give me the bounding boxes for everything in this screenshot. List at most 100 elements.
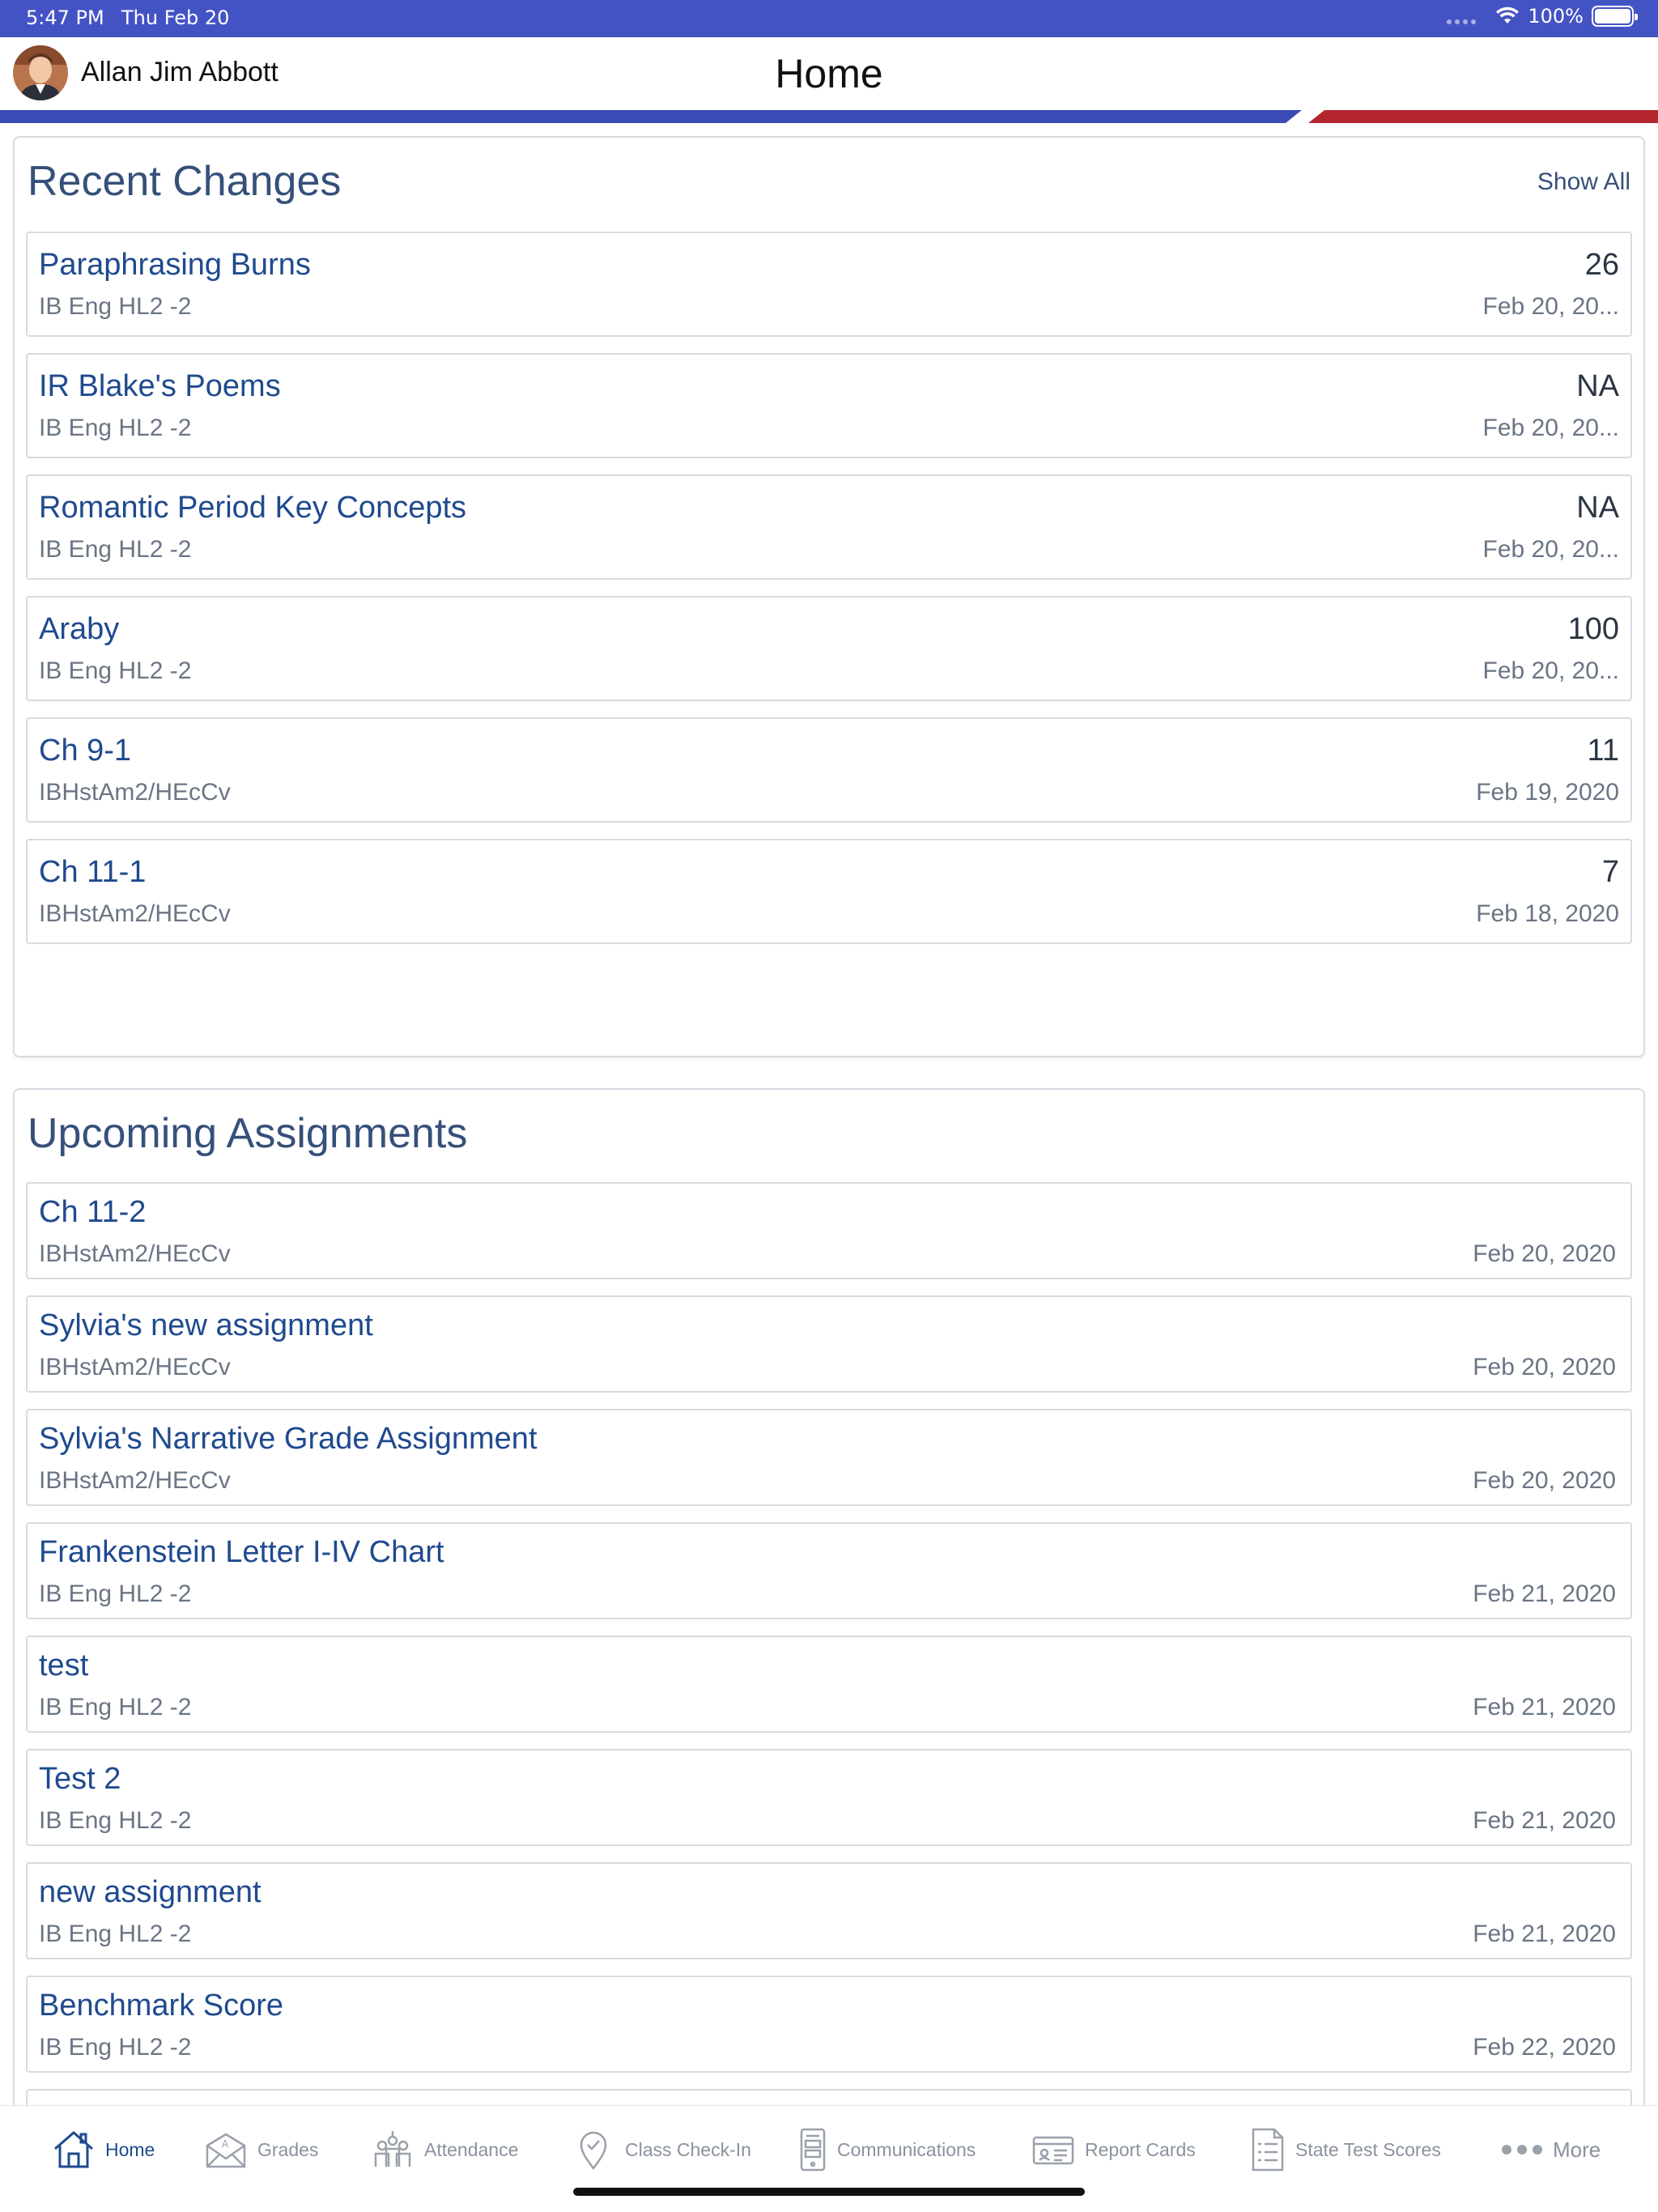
due-date: Feb 21, 2020 (1473, 1694, 1616, 1721)
show-all-button[interactable]: Show All (1537, 168, 1630, 196)
course-name: IB Eng HL2 -2 (39, 536, 192, 563)
upcoming-assignment-row[interactable]: Frankenstein Letter I-IV Chart IB Eng HL… (26, 1522, 1632, 1619)
assignment-title: Ch 11-1 (39, 855, 147, 889)
assignment-title: Araby (39, 612, 120, 646)
recent-change-row[interactable]: Romantic Period Key Concepts IB Eng HL2 … (26, 474, 1632, 580)
upcoming-assignment-row[interactable]: Benchmark Score IB Eng HL2 -2 Feb 22, 20… (26, 1976, 1632, 2073)
svg-text:A: A (222, 2138, 229, 2150)
course-name: IB Eng HL2 -2 (39, 1694, 192, 1721)
assignment-title: Test 2 (39, 1762, 121, 1796)
due-date: Feb 20, 2020 (1473, 1354, 1616, 1380)
upcoming-assignment-row[interactable]: Sylvia's Narrative Grade Assignment IBHs… (26, 1409, 1632, 1506)
upcoming-assignment-row[interactable]: Sylvia's new assignment IBHstAm2/HEcCv F… (26, 1295, 1632, 1393)
course-name: IB Eng HL2 -2 (39, 1807, 192, 1834)
attendance-icon (374, 2131, 411, 2167)
change-date: Feb 20, 20... (1482, 415, 1619, 441)
change-date: Feb 19, 2020 (1476, 779, 1619, 806)
course-name: IB Eng HL2 -2 (39, 657, 192, 684)
assignment-title: Paraphrasing Burns (39, 248, 311, 282)
course-name: IB Eng HL2 -2 (39, 2034, 192, 2061)
course-name: IBHstAm2/HEcCv (39, 1354, 231, 1380)
tab-label: Report Cards (1085, 2138, 1196, 2160)
upcoming-assignment-row[interactable]: new assignment IB Eng HL2 -2 Feb 21, 202… (26, 1862, 1632, 1959)
upcoming-assignments-card: Upcoming Assignments Ch 11-2 IBHstAm2/HE… (13, 1088, 1645, 2212)
tab-report-cards[interactable]: Report Cards (1031, 2124, 1196, 2176)
tab-grades[interactable]: A Grades (204, 2124, 318, 2176)
course-name: IB Eng HL2 -2 (39, 1921, 192, 1947)
report-cards-icon (1032, 2136, 1074, 2165)
due-date: Feb 20, 2020 (1473, 1467, 1616, 1494)
due-date: Feb 22, 2020 (1473, 2034, 1616, 2061)
change-date: Feb 20, 20... (1482, 293, 1619, 320)
tab-label: Grades (257, 2138, 319, 2160)
upcoming-assignments-title: Upcoming Assignments (28, 1110, 468, 1157)
more-icon (1502, 2145, 1542, 2155)
status-bar: 5:47 PM Thu Feb 20 100% (0, 0, 1658, 37)
assignment-title: Frankenstein Letter I-IV Chart (39, 1535, 444, 1569)
course-name: IBHstAm2/HEcCv (39, 900, 231, 927)
score: NA (1576, 491, 1619, 525)
status-date: Thu Feb 20 (121, 6, 230, 29)
tab-state-test-scores[interactable]: State Test Scores (1250, 2124, 1441, 2176)
score: 100 (1567, 612, 1619, 646)
tab-attendance[interactable]: Attendance (371, 2124, 518, 2176)
recent-change-row[interactable]: Paraphrasing Burns IB Eng HL2 -2 26 Feb … (26, 232, 1632, 337)
tab-label: State Test Scores (1295, 2138, 1441, 2160)
due-date: Feb 21, 2020 (1473, 1580, 1616, 1607)
battery-icon (1592, 6, 1638, 27)
change-date: Feb 18, 2020 (1476, 900, 1619, 927)
assignment-title: new assignment (39, 1875, 261, 1909)
recent-changes-title: Recent Changes (28, 158, 342, 205)
recent-change-row[interactable]: Ch 9-1 IBHstAm2/HEcCv 11 Feb 19, 2020 (26, 717, 1632, 823)
course-name: IBHstAm2/HEcCv (39, 1467, 231, 1494)
assignment-title: test (39, 1648, 89, 1682)
assignment-title: Benchmark Score (39, 1989, 284, 2023)
tab-home[interactable]: Home (52, 2124, 155, 2176)
score: 7 (1601, 855, 1619, 889)
recent-change-row[interactable]: IR Blake's Poems IB Eng HL2 -2 NA Feb 20… (26, 353, 1632, 458)
tab-label: Communications (837, 2138, 976, 2160)
tab-label: More (1553, 2137, 1601, 2162)
app-header: Allan Jim Abbott Home (0, 37, 1658, 112)
page-title: Home (775, 51, 883, 96)
battery-percent: 100% (1528, 5, 1584, 28)
tab-more[interactable]: More (1501, 2124, 1601, 2176)
tab-label: Class Check-In (625, 2138, 751, 2160)
course-name: IB Eng HL2 -2 (39, 293, 192, 320)
score: NA (1576, 369, 1619, 403)
assignment-title: Ch 9-1 (39, 734, 132, 768)
assignment-title: Sylvia's new assignment (39, 1308, 373, 1342)
status-time: 5:47 PM (26, 6, 104, 29)
status-right: 100% (1447, 5, 1638, 28)
assignment-title: Romantic Period Key Concepts (39, 491, 467, 525)
header-stripe (0, 110, 1658, 123)
grades-icon: A (206, 2133, 246, 2168)
due-date: Feb 21, 2020 (1473, 1807, 1616, 1834)
tab-label: Home (105, 2138, 155, 2160)
recent-changes-card: Recent Changes Show All Paraphrasing Bur… (13, 136, 1645, 1057)
upcoming-assignment-row[interactable]: test IB Eng HL2 -2 Feb 21, 2020 (26, 1636, 1632, 1733)
upcoming-assignment-row[interactable]: Ch 11-2 IBHstAm2/HEcCv Feb 20, 2020 (26, 1182, 1632, 1279)
communications-icon (800, 2128, 826, 2172)
state-test-scores-icon (1252, 2128, 1284, 2172)
check-in-icon (580, 2131, 607, 2171)
due-date: Feb 21, 2020 (1473, 1921, 1616, 1947)
home-indicator[interactable] (573, 2188, 1085, 2196)
assignment-title: IR Blake's Poems (39, 369, 281, 403)
change-date: Feb 20, 20... (1482, 657, 1619, 684)
assignment-title: Ch 11-2 (39, 1195, 147, 1229)
tab-communications[interactable]: Communications (798, 2124, 976, 2176)
tab-label: Attendance (424, 2138, 519, 2160)
recent-change-row[interactable]: Araby IB Eng HL2 -2 100 Feb 20, 20... (26, 596, 1632, 701)
home-icon (54, 2131, 93, 2168)
assignment-title: Sylvia's Narrative Grade Assignment (39, 1422, 538, 1456)
course-name: IBHstAm2/HEcCv (39, 1240, 231, 1267)
cellular-signal-icon (1447, 19, 1477, 24)
score: 11 (1587, 734, 1619, 768)
upcoming-assignment-row[interactable]: Test 2 IB Eng HL2 -2 Feb 21, 2020 (26, 1749, 1632, 1846)
recent-change-row[interactable]: Ch 11-1 IBHstAm2/HEcCv 7 Feb 18, 2020 (26, 839, 1632, 944)
due-date: Feb 20, 2020 (1473, 1240, 1616, 1267)
course-name: IB Eng HL2 -2 (39, 1580, 192, 1607)
wifi-icon (1496, 6, 1520, 23)
tab-class-check-in[interactable]: Class Check-In (572, 2124, 751, 2176)
